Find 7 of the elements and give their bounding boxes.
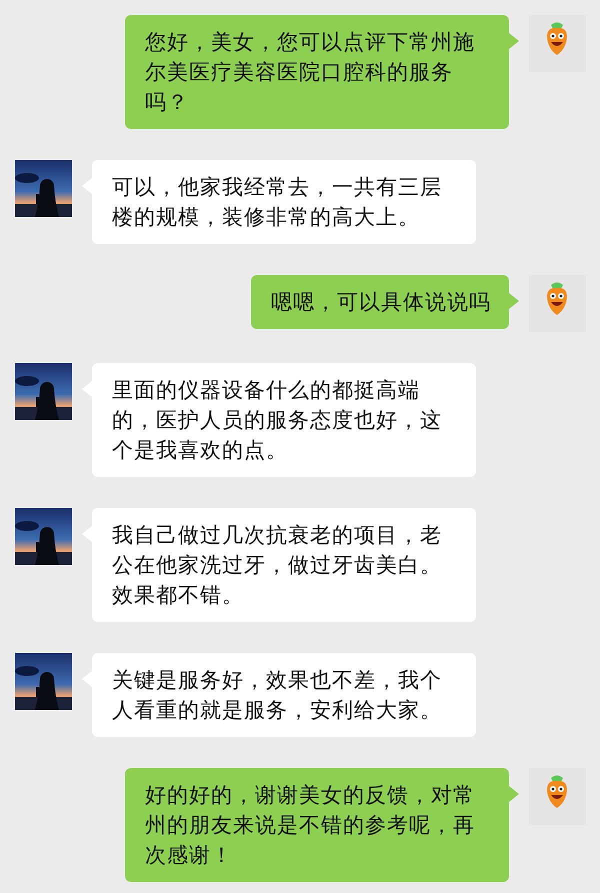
message-bubble: 好的好的，谢谢美女的反馈，对常州的朋友来说是不错的参考呢，再次感谢！ (125, 768, 509, 882)
message-bubble: 里面的仪器设备什么的都挺高端的，医护人员的服务态度也好，这个是我喜欢的点。 (92, 363, 476, 477)
message-bubble: 嗯嗯，可以具体说说吗 (251, 275, 509, 329)
message-bubble: 可以，他家我经常去，一共有三层楼的规模，装修非常的高大上。 (92, 160, 476, 244)
message-bubble: 关键是服务好，效果也不差，我个人看重的就是服务，安利给大家。 (92, 653, 476, 737)
message-bubble: 您好，美女，您可以点评下常州施尔美医疗美容医院口腔科的服务吗？ (125, 15, 509, 129)
message-bubble: 我自己做过几次抗衰老的项目，老公在他家洗过牙，做过牙齿美白。效果都不错。 (92, 508, 476, 622)
